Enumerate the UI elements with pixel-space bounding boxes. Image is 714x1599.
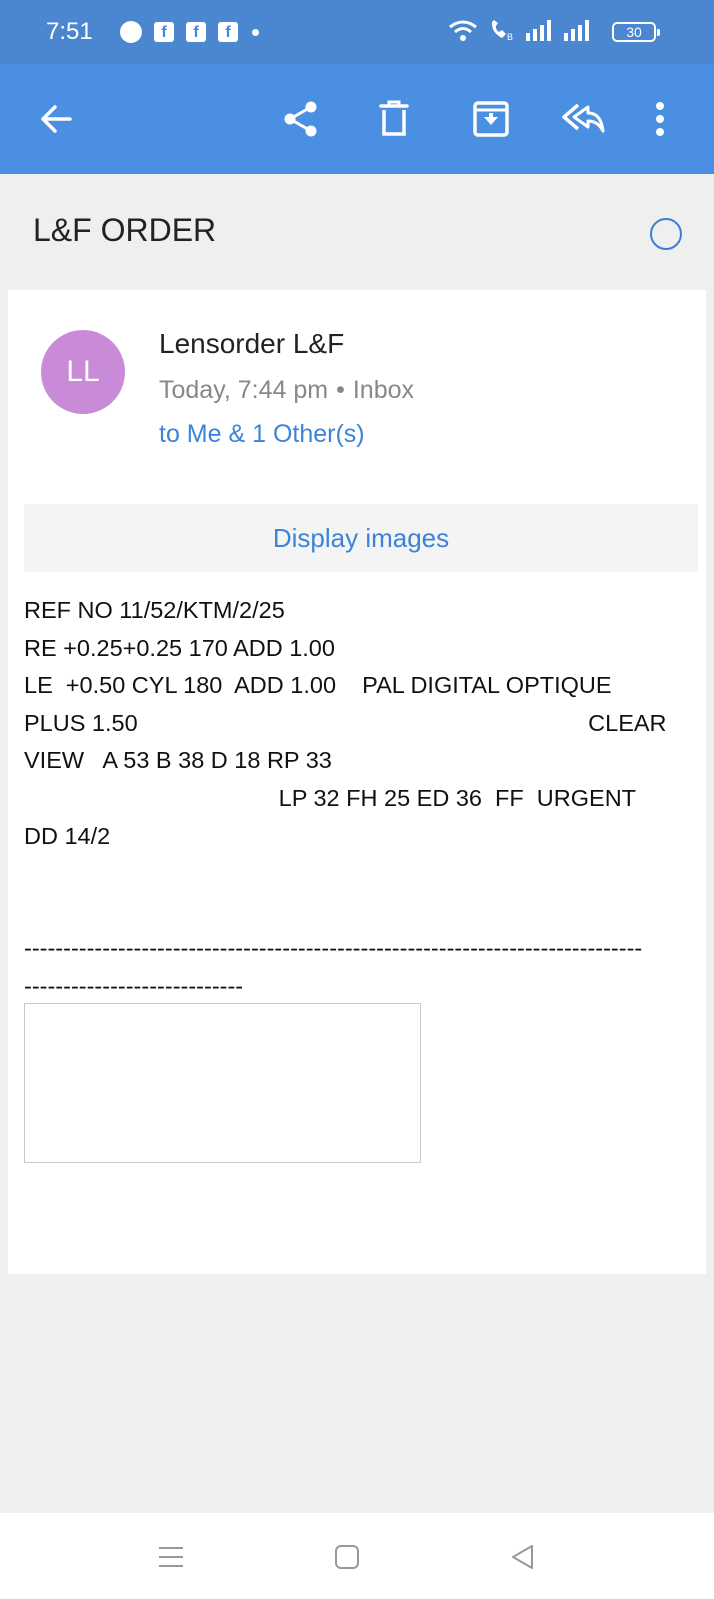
back-nav-button[interactable] xyxy=(503,1537,543,1577)
message-meta: Today, 7:44 pm • Inbox xyxy=(159,376,414,405)
select-circle-icon[interactable] xyxy=(650,218,682,250)
avatar[interactable]: LL xyxy=(41,330,125,414)
email-subject: L&F ORDER xyxy=(33,212,217,248)
status-time: 7:51 xyxy=(46,18,93,45)
subject-row: L&F ORDER xyxy=(0,174,714,290)
reply-icon xyxy=(562,103,605,133)
signal-icon xyxy=(526,20,551,41)
message-time: Today, 7:44 pm xyxy=(159,376,329,404)
dot-icon xyxy=(252,28,259,36)
notification-icons: f f f xyxy=(120,21,259,43)
bullet-separator: • xyxy=(336,376,345,404)
menu-nav-button[interactable] xyxy=(151,1537,191,1577)
share-icon xyxy=(284,101,317,137)
back-triangle-icon xyxy=(512,1545,533,1569)
facebook-icon: f xyxy=(186,22,206,42)
home-icon xyxy=(335,1545,359,1569)
email-body: REF NO 11/52/KTM/2/25 RE +0.25+0.25 170 … xyxy=(24,597,667,999)
home-nav-button[interactable] xyxy=(327,1537,367,1577)
delete-icon xyxy=(379,100,409,136)
message-folder: Inbox xyxy=(352,376,415,404)
image-placeholder xyxy=(24,1003,421,1163)
share-button[interactable] xyxy=(274,92,328,146)
messenger-icon xyxy=(120,21,142,43)
reply-all-button[interactable] xyxy=(556,92,610,146)
svg-text:B: B xyxy=(507,32,513,42)
wifi-icon xyxy=(449,20,477,41)
menu-icon xyxy=(159,1547,183,1567)
email-toolbar xyxy=(0,64,714,174)
archive-icon xyxy=(473,101,509,137)
facebook-icon: f xyxy=(154,22,174,42)
message-card: LL Lensorder L&F Today, 7:44 pm • Inbox to… xyxy=(8,290,706,1274)
facebook-icon: f xyxy=(218,22,238,42)
signal-icon xyxy=(564,20,589,41)
sender-name[interactable]: Lensorder L&F xyxy=(159,328,344,360)
delete-button[interactable] xyxy=(367,92,421,146)
archive-button[interactable] xyxy=(464,92,518,146)
display-images-button[interactable]: Display images xyxy=(24,504,698,572)
system-nav-bar xyxy=(0,1513,714,1599)
back-button[interactable] xyxy=(29,92,83,146)
more-icon xyxy=(656,102,664,136)
status-bar: 7:51 f f f B 30 xyxy=(0,0,714,64)
battery-icon: 30 xyxy=(612,22,660,42)
recipients-link[interactable]: to Me & 1 Other(s) xyxy=(159,420,365,449)
system-icons: B xyxy=(448,18,592,42)
back-icon xyxy=(41,105,72,133)
call-icon: B xyxy=(491,20,513,42)
more-options-button[interactable] xyxy=(640,92,680,146)
